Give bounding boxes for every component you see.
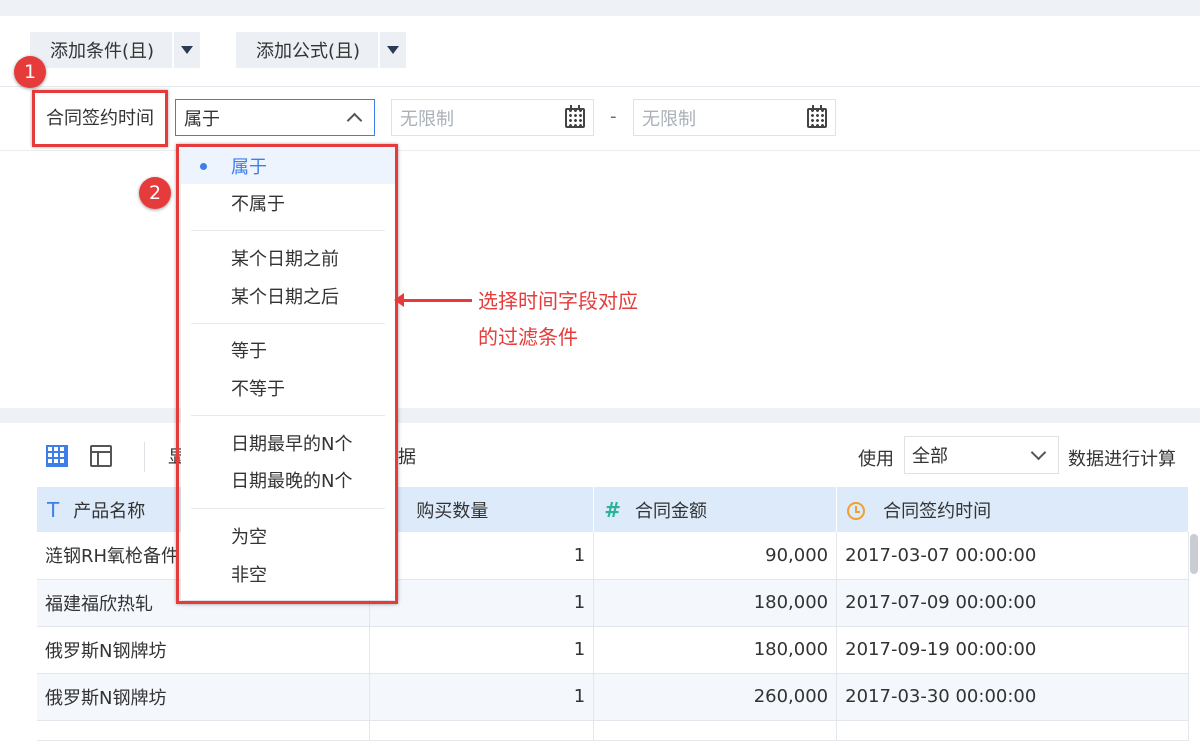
table-cell: 1 — [369, 673, 595, 721]
annotation-line: 选择时间字段对应 — [478, 289, 638, 313]
use-label: 使用 — [858, 449, 894, 470]
add-formula-label: 添加公式(且) — [256, 41, 361, 62]
operator-value: 属于 — [184, 108, 220, 130]
toolbar-divider — [144, 442, 145, 472]
table-row: 俄罗斯N钢牌坊 1 260,000 2017-03-30 00:00:00 — [37, 673, 1189, 721]
column-header-label: 产品名称 — [73, 500, 146, 522]
chevron-down-icon — [1030, 444, 1047, 460]
annotation-line: 的过滤条件 — [478, 325, 578, 349]
date-to-placeholder: 无限制 — [642, 108, 696, 130]
table-cell: 260,000 — [593, 673, 838, 721]
table-cell: 俄罗斯N钢牌坊 — [37, 673, 371, 721]
table-cell: 180,000 — [593, 626, 838, 674]
table-cell — [37, 720, 371, 741]
table-cell: 俄罗斯N钢牌坊 — [37, 626, 371, 674]
vertical-scrollbar[interactable] — [1190, 534, 1198, 574]
column-header-label: 合同签约时间 — [883, 500, 992, 522]
scope-select[interactable]: 全部 — [904, 436, 1059, 474]
chevron-up-icon — [346, 112, 363, 129]
table-cell: 1 — [369, 626, 595, 674]
table-cell — [593, 720, 838, 741]
toolbar-text-fragment: 据 — [398, 447, 416, 468]
table-row — [37, 720, 1189, 741]
date-from-input[interactable]: 无限制 — [391, 99, 594, 136]
table-cell: 2017-03-30 00:00:00 — [836, 673, 1189, 721]
operator-select[interactable]: 属于 — [175, 99, 375, 136]
column-header[interactable]: 合同签约时间 — [836, 487, 1189, 532]
table-cell: 1 — [369, 579, 595, 627]
table-row: 俄罗斯N钢牌坊 1 180,000 2017-09-19 00:00:00 — [37, 626, 1189, 674]
highlight-box-field — [32, 90, 168, 147]
date-from-placeholder: 无限制 — [400, 108, 454, 130]
table-cell: 2017-03-07 00:00:00 — [836, 532, 1189, 580]
column-header-label: 购买数量 — [416, 500, 489, 522]
range-separator: - — [610, 106, 617, 127]
date-to-input[interactable]: 无限制 — [633, 99, 836, 136]
table-cell: 2017-07-09 00:00:00 — [836, 579, 1189, 627]
table-cell: 2017-09-19 00:00:00 — [836, 626, 1189, 674]
time-type-icon — [847, 501, 866, 520]
scope-value: 全部 — [912, 446, 948, 467]
annotation-arrow-icon — [394, 293, 472, 307]
table-cell: 180,000 — [593, 579, 838, 627]
layout-view-icon[interactable] — [90, 445, 112, 467]
calendar-icon[interactable] — [807, 104, 827, 128]
table-cell — [369, 720, 595, 741]
step-badge-1: 1 — [14, 56, 46, 88]
grid-view-icon[interactable] — [46, 445, 68, 467]
calc-label: 数据进行计算 — [1068, 449, 1176, 470]
calendar-icon[interactable] — [565, 104, 585, 128]
table-cell: 1 — [369, 532, 595, 580]
table-cell: 90,000 — [593, 532, 838, 580]
add-condition-label: 添加条件(且) — [50, 41, 155, 62]
table-cell — [836, 720, 1189, 741]
add-formula-button[interactable]: 添加公式(且) — [236, 32, 407, 68]
column-header-label: 合同金额 — [635, 500, 707, 522]
column-header[interactable]: # 合同金额 — [593, 487, 838, 532]
add-condition-dropdown-icon[interactable] — [172, 32, 200, 68]
add-condition-button[interactable]: 添加条件(且) — [30, 32, 201, 68]
annotation-note: 选择时间字段对应 的过滤条件 — [478, 283, 638, 355]
step-badge-2: 2 — [139, 177, 171, 209]
highlight-box-dropdown — [176, 144, 398, 604]
text-type-icon: T — [47, 497, 60, 522]
number-type-icon: # — [604, 497, 621, 522]
divider — [0, 86, 1200, 87]
add-formula-dropdown-icon[interactable] — [378, 32, 406, 68]
column-header[interactable]: 购买数量 — [369, 487, 595, 532]
